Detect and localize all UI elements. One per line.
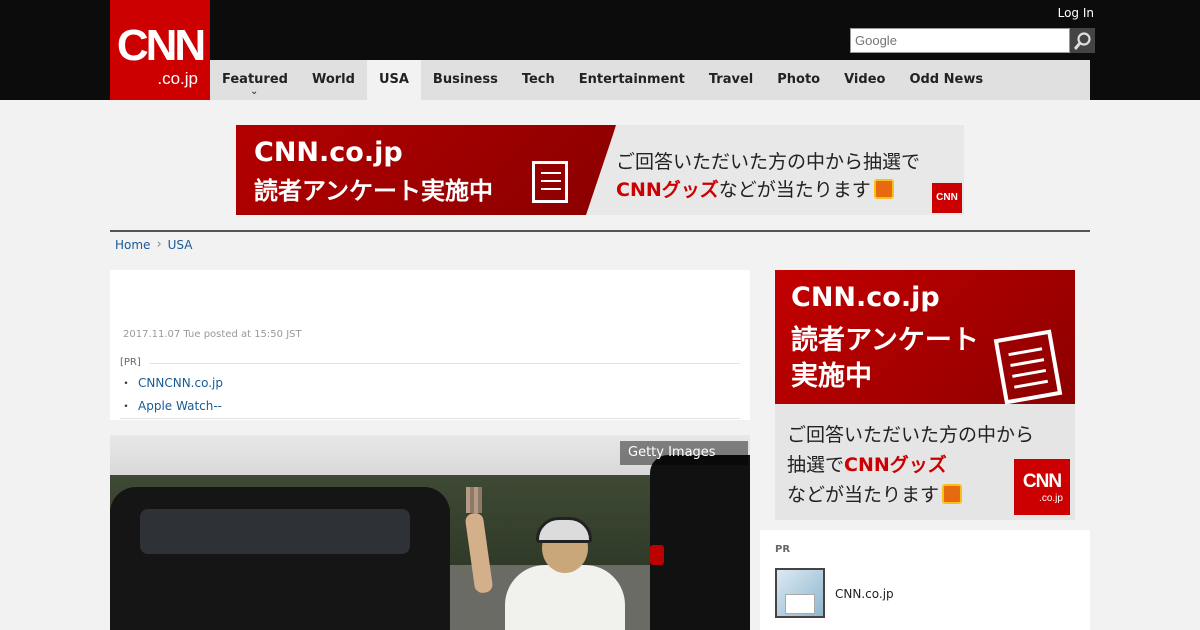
divider (150, 363, 740, 364)
cnn-logo[interactable]: CNN .co.jp (110, 0, 210, 100)
logo-sub-text: .co.jp (157, 69, 198, 88)
breadcrumb-usa[interactable]: USA (168, 238, 193, 252)
side-ad-text-3: ご回答いただいた方の中から (787, 424, 1035, 446)
photo-suv (110, 487, 450, 630)
nav-featured[interactable]: Featured ⌄ (210, 60, 300, 100)
bullet: ・ (120, 376, 133, 390)
chevron-down-icon: ⌄ (249, 86, 259, 97)
search-input[interactable] (850, 28, 1070, 53)
chevron-right-icon: › (156, 237, 162, 252)
side-ad-text-5: などが当たります (787, 480, 963, 507)
article-header-card: 2017.11.07 Tue posted at 15:50 JST [PR] … (110, 270, 750, 420)
side-ad-logo-main: CNN (1022, 471, 1062, 492)
logo-main-text: CNN (116, 21, 206, 70)
photo-suv-right (650, 455, 750, 630)
pr-link-item: ・ Apple Watch-- (120, 397, 222, 414)
banner-highlight: CNNグッズ (616, 179, 719, 201)
article-photo: Getty Images (110, 435, 750, 630)
pr-box: PR CNN.co.jp (760, 530, 1090, 630)
login-link[interactable]: Log In (1058, 6, 1094, 20)
nav-label: Featured (222, 72, 288, 87)
nav-usa[interactable]: USA (366, 60, 421, 100)
side-ad-prefix: 抽選で (787, 454, 845, 476)
side-ad-text-1: 読者アンケート (791, 325, 979, 356)
photo-credit: Getty Images (620, 441, 748, 465)
pr-box-link[interactable]: CNN.co.jp (835, 587, 894, 601)
side-ad-rest: などが当たります (787, 484, 940, 506)
side-ad-logo-sub: .co.jp (1039, 493, 1063, 504)
search-icon (1073, 31, 1091, 50)
survey-banner-ad[interactable]: CNN.co.jp 読者アンケート実施中 ご回答いただいた方の中から抽選で CN… (236, 125, 964, 215)
pr-box-heading: PR (775, 544, 791, 555)
breadcrumb-divider (110, 230, 1090, 232)
side-ad-highlight: CNNグッズ (844, 454, 947, 476)
breadcrumb-home[interactable]: Home (115, 238, 150, 252)
bullet: ・ (120, 399, 133, 413)
document-icon (532, 161, 568, 203)
photo-suv-window (140, 509, 410, 554)
pr-label: [PR] (120, 357, 141, 368)
sidebar-survey-ad[interactable]: CNN.co.jp 読者アンケート 実施中 ご回答いただいた方の中から 抽選でC… (775, 270, 1075, 520)
mail-thumbnail[interactable] (775, 568, 825, 618)
banner-subtitle: 読者アンケート実施中 (254, 177, 494, 205)
pr-link-item: ・ CNNCNN.co.jp (120, 374, 223, 391)
pr-link[interactable]: Apple Watch-- (138, 399, 222, 413)
gift-icon (873, 179, 894, 199)
nav-photo[interactable]: Photo (765, 60, 832, 100)
banner-cnn-logo: CNN (932, 183, 962, 213)
photo-cyclist-body (505, 565, 625, 630)
pr-link[interactable]: CNNCNN.co.jp (138, 376, 223, 390)
main-nav: Featured ⌄ World USA Business Tech Entert… (210, 60, 1090, 100)
top-header: CNN .co.jp Log In Featured⌄ World USA Bu… (0, 0, 1200, 100)
nav-entertainment[interactable]: Entertainment (567, 60, 697, 100)
photo-pixelated-hand (466, 487, 482, 513)
nav-business[interactable]: Business (421, 60, 510, 100)
banner-text-1: ご回答いただいた方の中から抽選で (616, 151, 921, 173)
banner-rest: などが当たります (718, 179, 871, 201)
banner-text-2: CNNグッズなどが当たります (616, 175, 894, 202)
nav-travel[interactable]: Travel (697, 60, 765, 100)
photo-taillight (650, 545, 664, 565)
nav-video[interactable]: Video (832, 60, 897, 100)
gift-icon (942, 484, 963, 504)
banner-title: CNN.co.jp (254, 137, 403, 168)
side-ad-cnn-logo: CNN .co.jp (1014, 459, 1070, 515)
nav-odd-news[interactable]: Odd News (897, 60, 995, 100)
search-button[interactable] (1070, 28, 1095, 53)
nav-tech[interactable]: Tech (510, 60, 567, 100)
side-ad-text-2: 実施中 (791, 361, 872, 392)
document-icon (993, 329, 1063, 405)
divider (120, 418, 740, 419)
side-ad-title: CNN.co.jp (791, 282, 940, 313)
breadcrumb: Home › USA (115, 237, 192, 252)
nav-world[interactable]: World (300, 60, 367, 100)
side-ad-text-4: 抽選でCNNグッズ (787, 450, 947, 477)
article-date: 2017.11.07 Tue posted at 15:50 JST (123, 329, 302, 340)
